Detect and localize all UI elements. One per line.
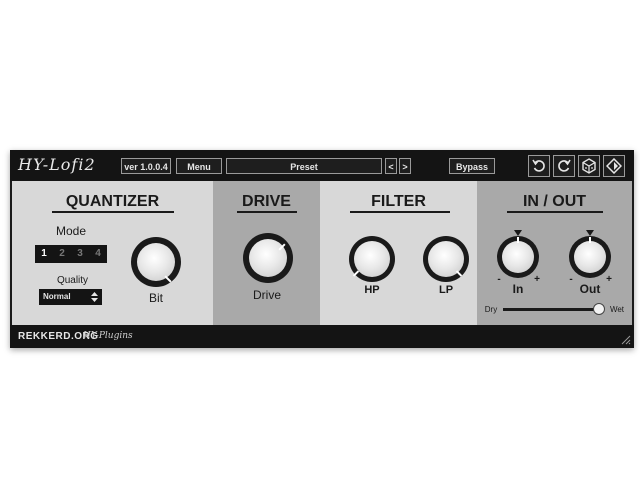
random-button[interactable] bbox=[578, 155, 600, 177]
drive-label: Drive bbox=[252, 288, 281, 302]
out-label: Out bbox=[579, 282, 601, 296]
diamond-icon bbox=[606, 158, 622, 174]
hy-plugins-logo: HY-Plugins bbox=[83, 331, 133, 341]
drive-title: DRIVE bbox=[242, 193, 291, 210]
mode-selector[interactable]: 1 2 3 4 bbox=[35, 245, 107, 263]
bit-knob[interactable] bbox=[131, 237, 181, 287]
hp-knob[interactable] bbox=[349, 236, 395, 282]
drywet-slider[interactable] bbox=[503, 308, 601, 311]
preset-next-button[interactable]: > bbox=[399, 158, 411, 174]
lp-knob-pointer bbox=[455, 270, 463, 277]
quantizer-underline bbox=[52, 211, 174, 213]
plugin-window: HY-Lofi2 ver 1.0.0.4 Menu Preset < > Byp… bbox=[10, 150, 634, 348]
in-knob-pointer bbox=[517, 237, 519, 243]
top-bar: HY-Lofi2 ver 1.0.0.4 Menu Preset < > Byp… bbox=[10, 150, 634, 181]
redo-icon bbox=[558, 159, 571, 172]
quality-dropdown[interactable]: Normal bbox=[39, 289, 102, 305]
hp-label: HP bbox=[364, 284, 380, 296]
inout-underline bbox=[507, 211, 603, 213]
mode-option-3[interactable]: 3 bbox=[74, 248, 86, 259]
bottom-bar: REKKERD.ORG HY-Plugins bbox=[10, 325, 634, 348]
undo-button[interactable] bbox=[528, 155, 550, 177]
inout-section: IN / OUT - + In - + Out Dry Wet bbox=[477, 181, 632, 325]
quality-label: Quality bbox=[56, 275, 89, 286]
quality-value: Normal bbox=[43, 292, 71, 301]
resize-grip-icon[interactable] bbox=[619, 333, 631, 345]
ab-button[interactable] bbox=[603, 155, 625, 177]
preset-selector[interactable]: Preset bbox=[226, 158, 382, 174]
filter-title: FILTER bbox=[371, 193, 426, 210]
wet-label: Wet bbox=[609, 305, 625, 314]
filter-section: FILTER HP LP bbox=[320, 181, 477, 325]
dice-icon bbox=[582, 158, 596, 174]
in-knob[interactable] bbox=[497, 236, 539, 278]
drywet-slider-thumb[interactable] bbox=[593, 303, 605, 315]
mode-option-1[interactable]: 1 bbox=[38, 248, 50, 259]
out-knob-pointer bbox=[589, 237, 591, 243]
out-knob[interactable] bbox=[569, 236, 611, 278]
bit-label: Bit bbox=[148, 291, 163, 305]
drive-section: DRIVE Drive bbox=[213, 181, 320, 325]
drive-underline bbox=[237, 211, 297, 213]
inout-title: IN / OUT bbox=[522, 193, 587, 210]
filter-underline bbox=[350, 211, 450, 213]
mode-option-2[interactable]: 2 bbox=[56, 248, 68, 259]
undo-icon bbox=[532, 159, 545, 172]
version-label[interactable]: ver 1.0.0.4 bbox=[121, 158, 171, 174]
quantizer-section: QUANTIZER Mode 1 2 3 4 Quality Normal Bi… bbox=[12, 181, 213, 325]
in-label: In bbox=[512, 282, 524, 296]
bypass-button[interactable]: Bypass bbox=[449, 158, 495, 174]
lp-knob[interactable] bbox=[423, 236, 469, 282]
redo-button[interactable] bbox=[553, 155, 575, 177]
quantizer-title: QUANTIZER bbox=[65, 193, 160, 210]
drive-knob[interactable] bbox=[243, 233, 293, 283]
lp-label: LP bbox=[438, 284, 454, 296]
dry-label: Dry bbox=[484, 305, 498, 314]
hp-knob-pointer bbox=[352, 270, 360, 277]
mode-label: Mode bbox=[55, 224, 87, 238]
updown-arrows-icon bbox=[91, 292, 98, 302]
plugin-logo: HY-Lofi2 bbox=[18, 155, 96, 174]
mode-option-4[interactable]: 4 bbox=[92, 248, 104, 259]
menu-button[interactable]: Menu bbox=[176, 158, 222, 174]
preset-prev-button[interactable]: < bbox=[385, 158, 397, 174]
